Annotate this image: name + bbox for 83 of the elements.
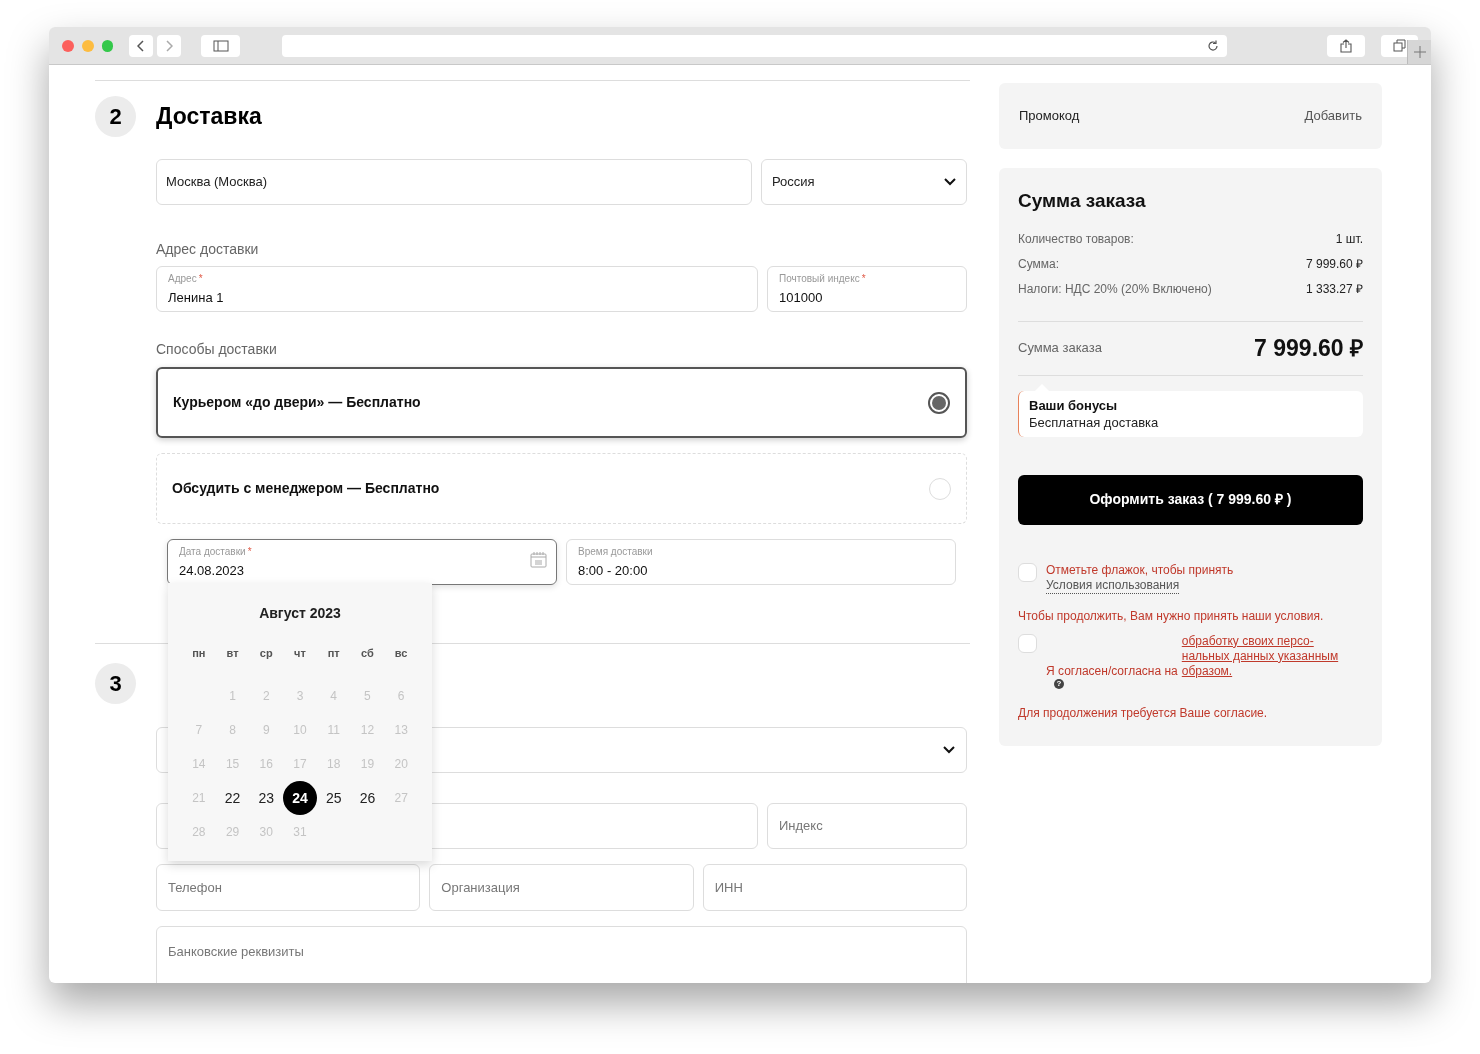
city-field[interactable]: Москва (Москва) <box>156 159 752 205</box>
calendar-icon[interactable] <box>530 551 547 568</box>
total-label: Сумма заказа <box>1018 339 1102 358</box>
address-field[interactable]: Адрес * Ленина 1 <box>156 266 758 312</box>
country-select[interactable]: Россия <box>761 159 967 205</box>
phone-field[interactable]: Телефон <box>156 864 421 911</box>
error-message: Для продолжения требуется Ваше согласие. <box>1018 704 1269 722</box>
field-label: Время доставки <box>578 546 653 558</box>
weekday-label: ср <box>258 646 274 661</box>
bonus-title: Ваши бонусы <box>1029 396 1119 414</box>
summary-value: 1 333.27 ₽ <box>1305 280 1363 297</box>
chevron-right-icon <box>165 39 173 52</box>
summary-value: 7 999.60 ₽ <box>1305 255 1363 272</box>
step-number: 3 <box>95 663 136 704</box>
tabs-icon <box>1392 39 1406 52</box>
calendar-day[interactable]: 23 <box>249 781 284 815</box>
organization-field[interactable]: Организация <box>429 864 694 911</box>
terms-link[interactable]: Условия использования <box>1046 577 1180 594</box>
checkout-button[interactable]: Оформить заказ ( 7 999.60 ₽ ) <box>1018 474 1363 525</box>
field-value: 8:00 - 20:00 <box>578 562 649 580</box>
delivery-option[interactable]: Курьером «до двери» — Бесплатно <box>156 367 967 438</box>
zoom-window-icon[interactable] <box>101 39 114 52</box>
checkbox[interactable] <box>1018 633 1037 653</box>
required-mark: * <box>247 546 252 558</box>
promo-code-label: Промокод <box>1019 107 1080 126</box>
reload-icon[interactable] <box>1207 39 1220 52</box>
tax-id-field[interactable]: ИНН <box>702 864 967 911</box>
weekday-label: вс <box>393 646 409 661</box>
field-label: Дата доставки <box>179 546 246 558</box>
chevron-down-icon <box>944 178 956 186</box>
field-label: Адрес <box>168 273 197 285</box>
required-mark: * <box>861 273 866 285</box>
step-number: 2 <box>95 96 136 137</box>
share-button[interactable] <box>1327 34 1365 57</box>
calendar-day[interactable]: 24 <box>283 781 317 815</box>
field-group-label: Адрес доставки <box>156 240 260 259</box>
field-value: 24.08.2023 <box>179 562 246 580</box>
delivery-option[interactable]: Обсудить с менеджером — Бесплатно <box>156 453 967 524</box>
forward-button[interactable] <box>157 34 181 57</box>
weekday-label: пн <box>191 646 207 661</box>
summary-value: 1 шт. <box>1335 230 1363 247</box>
chevron-down-icon <box>943 746 955 754</box>
bank-details-field[interactable]: Банковские реквизиты <box>156 926 967 983</box>
share-icon <box>1339 38 1352 53</box>
error-message: Чтобы продолжить, Вам нужно принять наши условия. <box>1018 607 1325 625</box>
chevron-left-icon <box>137 39 146 52</box>
new-tab-button[interactable] <box>1407 40 1431 64</box>
calendar-day[interactable]: 26 <box>350 781 385 815</box>
back-button[interactable] <box>129 34 154 57</box>
month-title: Август 2023 <box>258 604 342 623</box>
close-window-icon[interactable] <box>62 39 74 52</box>
plus-icon <box>1413 46 1426 58</box>
field-value: 101000 <box>779 289 824 307</box>
weekday-label: вт <box>225 646 240 661</box>
sidebar-button[interactable] <box>200 34 241 57</box>
required-mark: * <box>198 273 203 285</box>
bonus-text: Бесплатная доставка <box>1029 413 1160 431</box>
add-link[interactable]: Добавить <box>1304 106 1362 126</box>
field-value: Ленина 1 <box>168 289 225 307</box>
consent-text: Я согласен/согласна на <box>1046 663 1179 679</box>
minimize-window-icon[interactable] <box>81 39 94 52</box>
terms-link[interactable]: обработку своих персо-нальных данных указанным образом. <box>1181 633 1342 679</box>
checkbox[interactable] <box>1018 562 1037 582</box>
time-field[interactable]: Время доставки 8:00 - 20:00 <box>566 539 956 585</box>
weekday-label: пт <box>326 646 341 661</box>
postal-code-field[interactable]: Почтовый индекс * 101000 <box>767 266 967 312</box>
field-group-label: Способы доставки <box>156 340 278 359</box>
weekday-label: чт <box>293 646 307 661</box>
field-label: Почтовый индекс <box>779 273 860 285</box>
help-icon[interactable]: ? <box>1054 678 1064 689</box>
consent-text: Отметьте флажок, чтобы принять <box>1046 562 1235 578</box>
calendar-day[interactable]: 25 <box>316 781 351 815</box>
summary-label: Сумма: <box>1018 255 1060 272</box>
section-title: Доставка <box>156 102 262 132</box>
postal-code-field[interactable]: Индекс <box>767 803 967 849</box>
summary-title: Сумма заказа <box>1018 189 1147 213</box>
total-value: 7 999.60 ₽ <box>1254 333 1363 363</box>
summary-label: Количество товаров: <box>1018 230 1134 247</box>
summary-label: Налоги: НДС 20% (20% Включено) <box>1018 280 1212 297</box>
calendar-day[interactable]: 22 <box>215 781 250 815</box>
weekday-label: сб <box>360 646 375 661</box>
sidebar-icon <box>212 39 229 52</box>
radio-button[interactable] <box>928 391 950 414</box>
